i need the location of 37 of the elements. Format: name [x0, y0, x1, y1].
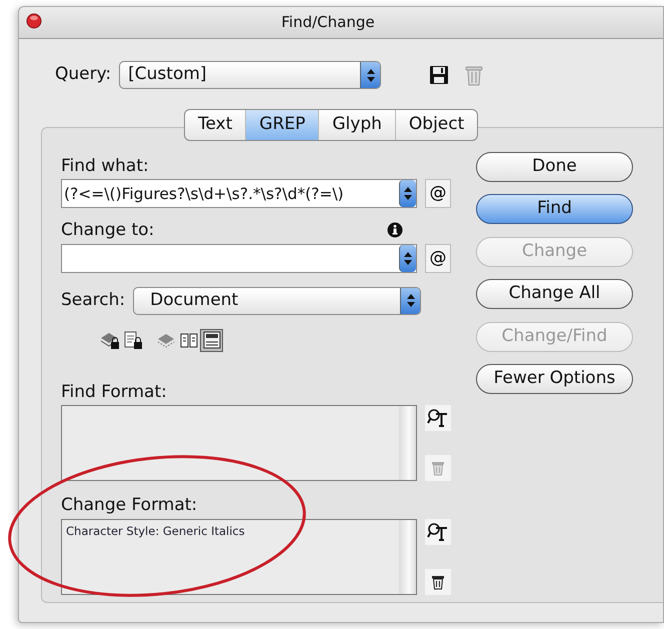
- up-down-arrows-icon: [366, 68, 375, 82]
- find-format-label: Find Format:: [61, 380, 168, 404]
- query-label: Query:: [55, 63, 112, 86]
- special-characters-button[interactable]: @: [425, 244, 451, 272]
- scrollbar[interactable]: [399, 520, 416, 594]
- find-what-label: Find what:: [61, 154, 150, 178]
- tab[interactable]: Glyph: [319, 110, 396, 140]
- tab[interactable]: Object: [396, 110, 478, 140]
- window-title: Find/Change: [281, 12, 375, 34]
- up-down-arrows-icon: [406, 294, 415, 307]
- dialog-button[interactable]: Find: [476, 194, 633, 224]
- search-label: Search:: [61, 288, 126, 312]
- format-settings-icon[interactable]: [427, 522, 449, 542]
- page-lock-icon: [122, 330, 142, 350]
- close-button[interactable]: [26, 13, 42, 29]
- dialog-button[interactable]: Done: [476, 152, 633, 182]
- search-option-toggle[interactable]: [200, 328, 223, 352]
- special-characters-button[interactable]: @: [425, 179, 451, 208]
- up-down-arrows-icon: [404, 187, 412, 200]
- search-dropdown[interactable]: Document: [133, 286, 422, 314]
- dialog-button[interactable]: Fewer Options: [476, 364, 633, 394]
- scrollbar[interactable]: [399, 406, 416, 480]
- dialog-button[interactable]: Change All: [476, 279, 633, 309]
- panel-icon: [202, 330, 222, 350]
- query-dropdown[interactable]: [Custom]: [119, 61, 382, 89]
- save-icon[interactable]: [429, 65, 450, 85]
- change-format-label: Change Format:: [61, 494, 198, 517]
- trash-icon[interactable]: [431, 574, 445, 590]
- info-icon: [387, 222, 403, 238]
- format-text: Character Style: Generic Italics: [65, 522, 246, 540]
- change-to-field[interactable]: [61, 244, 417, 272]
- up-down-arrows-icon: [404, 252, 412, 264]
- change-to-label: Change to:: [61, 219, 156, 242]
- tab[interactable]: GREP: [246, 110, 320, 140]
- find-what-field[interactable]: (?<=\()Figures?\s\d+\s?.*\s?\d*(?=\): [61, 179, 417, 208]
- format-settings-icon[interactable]: [427, 408, 449, 428]
- layers-lock-icon: [100, 330, 120, 350]
